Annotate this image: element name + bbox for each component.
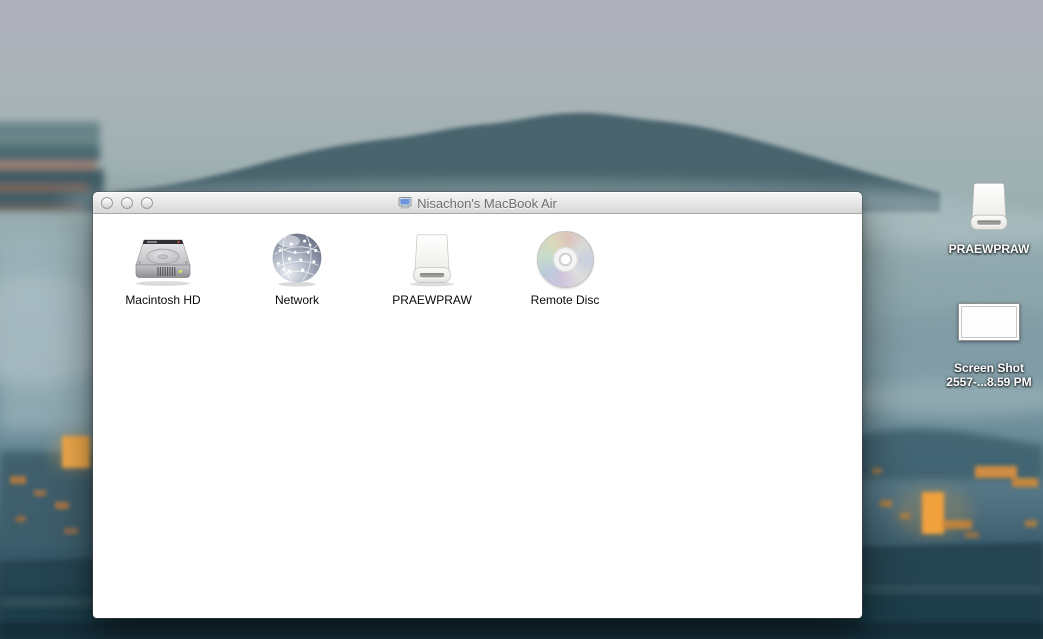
volume-label: PRAEWPRAW bbox=[392, 293, 472, 307]
desktop-icon-praewpraw[interactable]: PRAEWPRAW bbox=[934, 179, 1043, 257]
volume-label: Macintosh HD bbox=[125, 293, 201, 307]
volume-label: Network bbox=[274, 293, 319, 307]
window-titlebar[interactable]: Nisachon's MacBook Air bbox=[93, 192, 862, 214]
window-title: Nisachon's MacBook Air bbox=[93, 192, 862, 214]
optical-disc-icon bbox=[536, 231, 594, 288]
external-drive-icon bbox=[934, 179, 1043, 240]
screenshot-label-line1: Screen Shot bbox=[953, 361, 1025, 375]
desktop-icon-label: Screen Shot 2557-...8.59 PM bbox=[934, 361, 1043, 389]
computer-icon bbox=[398, 197, 412, 209]
zoom-button[interactable] bbox=[141, 197, 153, 209]
internal-hard-drive-icon bbox=[103, 222, 223, 288]
external-drive-icon bbox=[372, 222, 492, 288]
desktop-icon-screenshot[interactable]: Screen Shot 2557-...8.59 PM bbox=[934, 303, 1043, 389]
volume-praewpraw[interactable]: PRAEWPRAW bbox=[372, 222, 492, 307]
volume-macintosh-hd[interactable]: Macintosh HD bbox=[103, 222, 223, 307]
network-globe-icon bbox=[237, 222, 357, 288]
volume-label: Remote Disc bbox=[530, 293, 600, 307]
volume-network[interactable]: Network bbox=[237, 222, 357, 307]
window-content[interactable]: Macintosh HD Network PRAEWPRAW Remote Di… bbox=[93, 214, 862, 618]
window-controls bbox=[101, 197, 161, 209]
desktop-icon-label: PRAEWPRAW bbox=[948, 242, 1030, 256]
volume-remote-disc[interactable]: Remote Disc bbox=[505, 222, 625, 307]
close-button[interactable] bbox=[101, 197, 113, 209]
desktop[interactable]: Nisachon's MacBook Air Macintosh HD Netw… bbox=[0, 0, 1043, 639]
screenshot-label-line2: 2557-...8.59 PM bbox=[946, 374, 1032, 389]
window-title-text: Nisachon's MacBook Air bbox=[417, 195, 557, 211]
finder-window: Nisachon's MacBook Air Macintosh HD Netw… bbox=[93, 192, 862, 618]
minimize-button[interactable] bbox=[121, 197, 133, 209]
image-thumbnail-icon bbox=[958, 303, 1020, 341]
